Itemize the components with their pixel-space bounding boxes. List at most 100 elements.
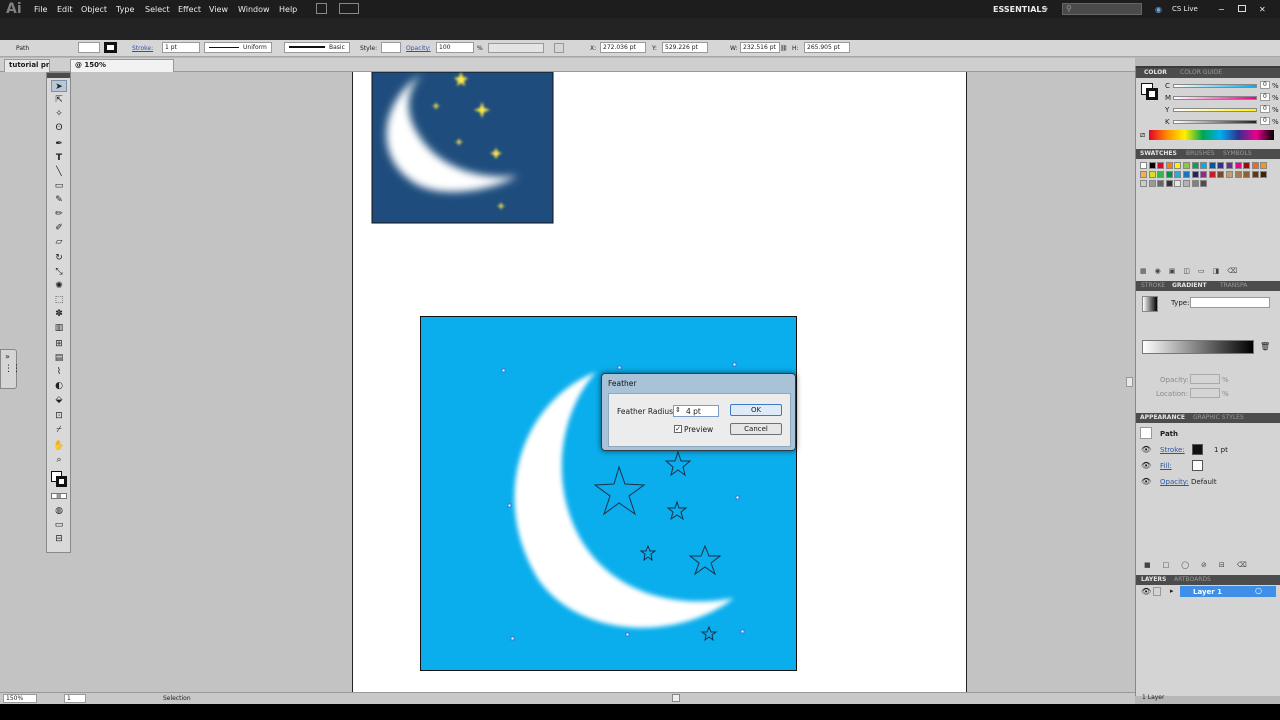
tab-color-guide[interactable]: COLOR GUIDE bbox=[1180, 69, 1222, 76]
swatch-chip[interactable] bbox=[1217, 171, 1225, 178]
swatch-grid[interactable] bbox=[1140, 162, 1270, 220]
magic-wand-icon[interactable]: ✧ bbox=[51, 108, 67, 120]
swatch-chip[interactable] bbox=[1157, 180, 1165, 187]
horizontal-scrollbar-thumb[interactable] bbox=[672, 694, 680, 702]
fill-swatch[interactable] bbox=[78, 42, 100, 53]
scale-icon[interactable]: ⤡ bbox=[51, 266, 67, 278]
recolor-artwork-icon[interactable] bbox=[488, 43, 544, 53]
tab-gradient[interactable]: GRADIENT bbox=[1172, 282, 1207, 289]
selection-icon[interactable]: ➤ bbox=[51, 80, 67, 92]
workspace-switcher[interactable]: ESSENTIALS bbox=[993, 5, 1047, 14]
location-field[interactable] bbox=[1190, 388, 1220, 398]
toolbox-extra-icon[interactable]: ⊟ bbox=[51, 533, 67, 545]
stepper-icon[interactable]: ⇕ bbox=[675, 406, 681, 414]
channel-m-value[interactable]: 0 bbox=[1260, 93, 1270, 101]
swatch-chip[interactable] bbox=[1191, 171, 1199, 178]
tab-symbols[interactable]: SYMBOLS bbox=[1223, 150, 1252, 157]
warp-icon[interactable]: ✺ bbox=[51, 280, 67, 292]
graphic-style-picker[interactable] bbox=[381, 42, 401, 53]
swatch-chip[interactable] bbox=[1200, 180, 1208, 187]
channel-k-value[interactable]: 0 bbox=[1260, 117, 1270, 125]
eraser-icon[interactable]: ▱ bbox=[51, 236, 67, 248]
swatch-chip[interactable] bbox=[1157, 162, 1165, 169]
align-icon[interactable] bbox=[554, 43, 564, 53]
swatch-chip[interactable] bbox=[1208, 162, 1216, 169]
channel-m-slider[interactable] bbox=[1173, 96, 1257, 100]
close-icon[interactable]: ✕ bbox=[1259, 5, 1266, 14]
swatch-chip[interactable] bbox=[1140, 171, 1147, 178]
menu-help[interactable]: Help bbox=[279, 5, 297, 14]
swatch-chip[interactable] bbox=[1148, 162, 1156, 169]
swatch-chip[interactable] bbox=[1183, 180, 1190, 187]
collapsed-panel-dock[interactable]: » ⋮⋮ bbox=[0, 349, 21, 389]
menu-object[interactable]: Object bbox=[81, 5, 107, 14]
tab-graphic-styles[interactable]: GRAPHIC STYLES bbox=[1193, 414, 1244, 421]
swatch-chip[interactable] bbox=[1217, 162, 1225, 169]
tab-brushes[interactable]: BRUSHES bbox=[1186, 150, 1215, 157]
swatch-chip[interactable] bbox=[1234, 162, 1242, 169]
appearance-opacity-value[interactable]: Default bbox=[1191, 478, 1217, 486]
swatch-chip[interactable] bbox=[1165, 180, 1173, 187]
appearance-stroke-label[interactable]: Stroke: bbox=[1160, 446, 1185, 454]
arrange-documents-icon[interactable] bbox=[339, 3, 359, 14]
color-panel-header[interactable]: COLOR COLOR GUIDE bbox=[1136, 68, 1280, 78]
swatch-chip[interactable] bbox=[1251, 171, 1259, 178]
rectangle-icon[interactable]: ▭ bbox=[51, 180, 67, 192]
menu-window[interactable]: Window bbox=[238, 5, 270, 14]
toolbox-header[interactable] bbox=[47, 73, 70, 78]
maximize-button[interactable] bbox=[1238, 5, 1246, 12]
preview-checkbox[interactable]: ✓ bbox=[674, 425, 682, 433]
swatch-chip[interactable] bbox=[1200, 162, 1208, 169]
channel-c-value[interactable]: 0 bbox=[1260, 81, 1270, 89]
x-field[interactable]: 272.036 pt bbox=[600, 42, 646, 53]
layer-row-selected[interactable]: Layer 1 ○ bbox=[1180, 586, 1276, 597]
appearance-stroke-swatch[interactable] bbox=[1192, 444, 1203, 455]
swatch-chip[interactable] bbox=[1148, 171, 1156, 178]
menu-select[interactable]: Select bbox=[145, 5, 170, 14]
type-icon[interactable]: T bbox=[51, 152, 67, 164]
tab-transparency[interactable]: TRANSPA bbox=[1220, 282, 1247, 289]
target-icon[interactable]: ○ bbox=[1255, 586, 1262, 595]
gradient-opacity-field[interactable] bbox=[1190, 374, 1220, 384]
minimize-button[interactable]: − bbox=[1218, 5, 1225, 14]
color-mode-icon[interactable] bbox=[51, 493, 67, 499]
eye-icon[interactable]: 👁 bbox=[1141, 461, 1151, 470]
gradient-type-select[interactable] bbox=[1190, 297, 1270, 308]
swatch-chip[interactable] bbox=[1260, 171, 1268, 178]
variable-width-profile[interactable]: Uniform bbox=[204, 42, 272, 53]
blob-brush-icon[interactable]: ✐ bbox=[51, 222, 67, 234]
ok-button[interactable]: OK bbox=[730, 404, 782, 416]
stroke-label[interactable]: Stroke: bbox=[132, 45, 153, 52]
swatch-chip[interactable] bbox=[1165, 162, 1173, 169]
swatch-chip[interactable] bbox=[1140, 162, 1147, 169]
appearance-fill-label[interactable]: Fill: bbox=[1160, 462, 1172, 470]
swatch-chip[interactable] bbox=[1183, 171, 1190, 178]
draw-mode-icon[interactable]: ◍ bbox=[51, 505, 67, 517]
opacity-field[interactable]: 100 bbox=[436, 42, 474, 53]
appearance-stroke-value[interactable]: 1 pt bbox=[1214, 446, 1228, 454]
tab-stroke[interactable]: STROKE bbox=[1141, 282, 1165, 289]
screen-mode-icon[interactable]: ▭ bbox=[51, 519, 67, 531]
free-transform-icon[interactable]: ⬚ bbox=[51, 294, 67, 306]
swatch-chip[interactable] bbox=[1226, 171, 1233, 178]
swatch-chip[interactable] bbox=[1191, 180, 1199, 187]
swatches-panel-header[interactable]: SWATCHES BRUSHES SYMBOLS bbox=[1136, 149, 1280, 159]
swatch-chip[interactable] bbox=[1208, 171, 1216, 178]
canvas-area[interactable]: » ⋮⋮ bbox=[0, 72, 1135, 692]
menu-file[interactable]: File bbox=[34, 5, 47, 14]
swatch-chip[interactable] bbox=[1243, 162, 1251, 169]
swatch-chip[interactable] bbox=[1174, 171, 1182, 178]
expand-triangle-icon[interactable]: ▸ bbox=[1170, 587, 1174, 595]
menu-effect[interactable]: Effect bbox=[178, 5, 201, 14]
stroke-color-icon[interactable] bbox=[1146, 88, 1158, 100]
swatch-chip[interactable] bbox=[1157, 171, 1165, 178]
swatch-chip[interactable] bbox=[1148, 180, 1156, 187]
layers-panel-header[interactable]: LAYERS ARTBOARDS bbox=[1136, 575, 1280, 585]
swatch-chip[interactable] bbox=[1243, 171, 1251, 178]
height-field[interactable]: 265.905 pt bbox=[804, 42, 850, 53]
artboard-page-field[interactable]: 1 bbox=[64, 694, 86, 703]
appearance-opacity-label[interactable]: Opacity: bbox=[1160, 478, 1189, 486]
rotate-icon[interactable]: ↻ bbox=[51, 252, 67, 264]
stroke-icon[interactable] bbox=[56, 476, 67, 487]
swatch-chip[interactable] bbox=[1251, 162, 1259, 169]
